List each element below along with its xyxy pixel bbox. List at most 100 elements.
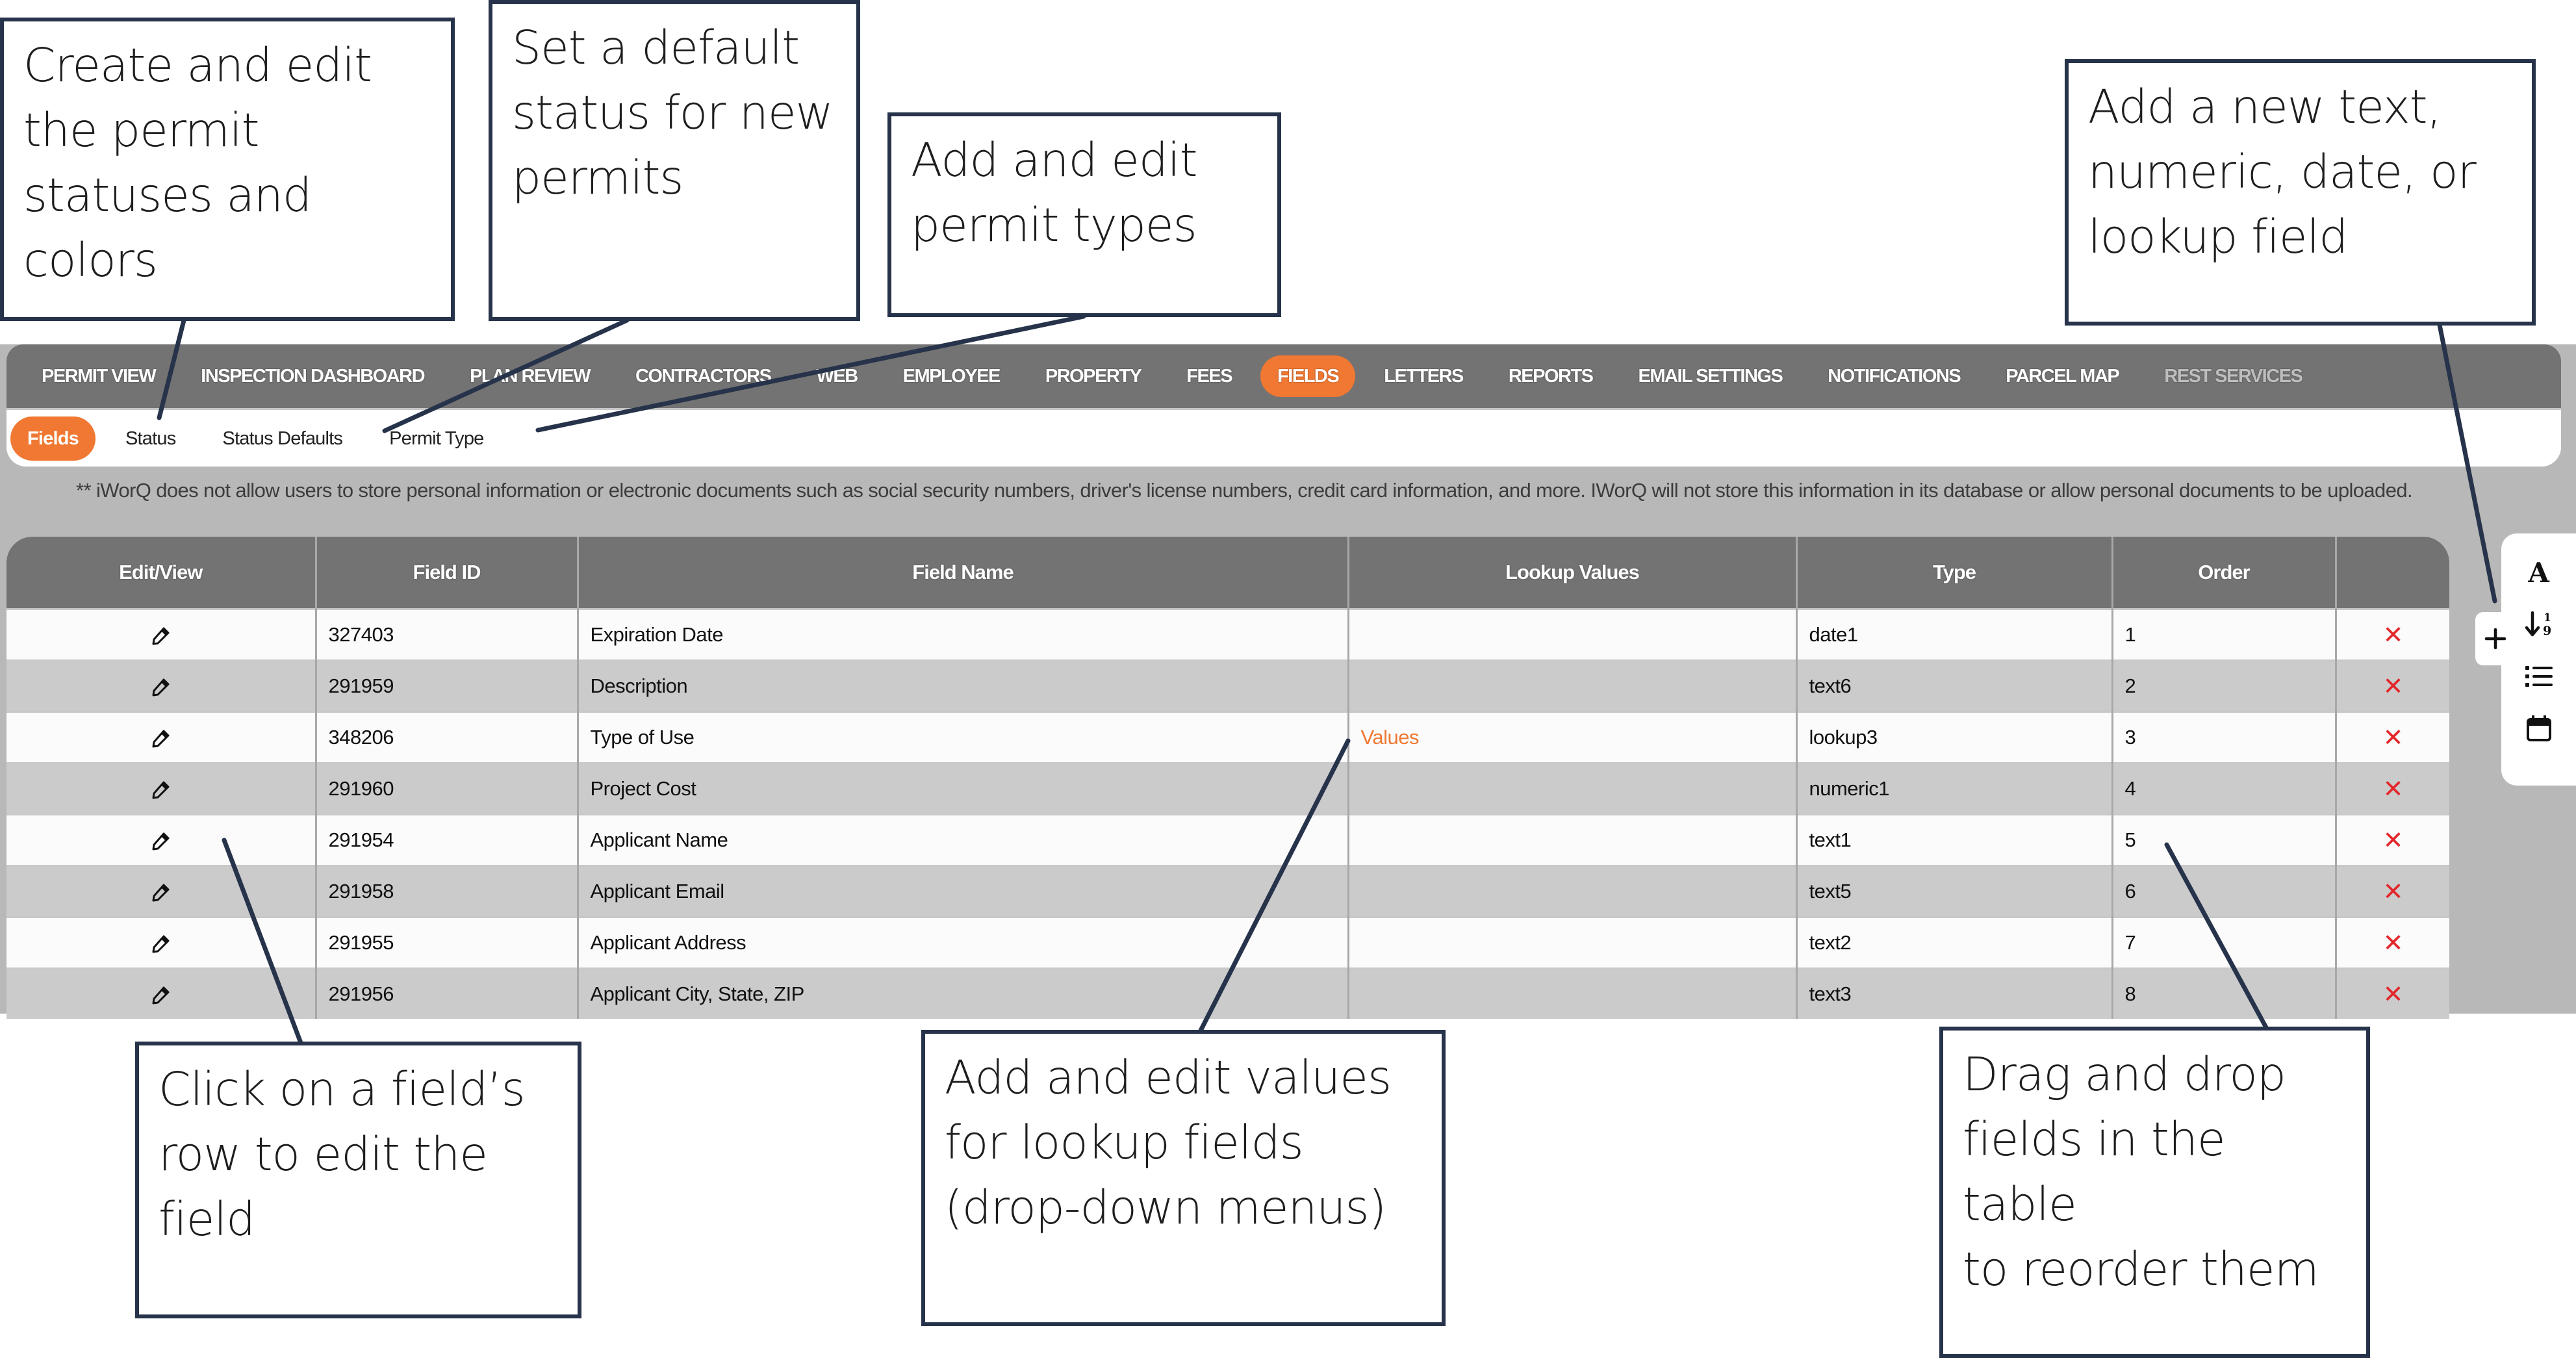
delete-icon[interactable]: ✕ — [2383, 621, 2404, 649]
table-row[interactable]: 348206 Type of Use Values lookup3 3 ✕ — [6, 711, 2449, 763]
subnav-tab-status[interactable]: Status — [108, 416, 192, 461]
type-cell: numeric1 — [1795, 762, 2112, 815]
type-cell: lookup3 — [1795, 711, 2112, 763]
table-row[interactable]: 291956 Applicant City, State, ZIP text3 8 ✕ — [6, 967, 2449, 1019]
lookup-values-cell — [1347, 660, 1796, 712]
field-name-cell: Description — [576, 660, 1348, 712]
nav-tab-contractors[interactable]: CONTRACTORS — [618, 355, 788, 397]
text-field-icon: A — [2528, 556, 2549, 589]
order-cell[interactable]: 1 — [2111, 608, 2336, 661]
delete-cell: ✕ — [2334, 865, 2449, 917]
add-text-field-button[interactable]: A — [2519, 553, 2558, 592]
field-name-cell: Applicant City, State, ZIP — [576, 967, 1348, 1019]
delete-icon[interactable]: ✕ — [2383, 672, 2404, 700]
fields-table-container: Edit/View Field ID Field Name Lookup Val… — [6, 537, 2449, 1019]
order-cell[interactable]: 8 — [2111, 967, 2336, 1019]
table-header-row: Edit/View Field ID Field Name Lookup Val… — [6, 537, 2449, 609]
order-cell[interactable]: 5 — [2111, 814, 2336, 866]
table-row[interactable]: 291960 Project Cost numeric1 4 ✕ — [6, 762, 2449, 815]
column-header-edit-view[interactable]: Edit/View — [6, 537, 316, 609]
svg-text:1: 1 — [2544, 611, 2551, 624]
delete-cell: ✕ — [2334, 711, 2449, 763]
edit-cell[interactable] — [6, 762, 316, 815]
nav-tab-letters[interactable]: LETTERS — [1367, 355, 1480, 397]
edit-cell[interactable] — [6, 660, 316, 712]
column-header-lookup-values[interactable]: Lookup Values — [1347, 537, 1796, 609]
plus-icon — [2484, 628, 2506, 650]
field-id-cell: 291959 — [314, 660, 578, 712]
order-cell[interactable]: 2 — [2111, 660, 2336, 712]
nav-tab-employee[interactable]: EMPLOYEE — [886, 355, 1017, 397]
column-header-order[interactable]: Order — [2111, 537, 2336, 609]
date-field-icon — [2526, 715, 2551, 741]
nav-tab-plan-review[interactable]: PLAN REVIEW — [453, 355, 607, 397]
edit-cell[interactable] — [6, 608, 316, 661]
add-lookup-field-button[interactable] — [2519, 657, 2558, 696]
column-header-field-name[interactable]: Field Name — [576, 537, 1348, 609]
edit-cell[interactable] — [6, 711, 316, 763]
callout-lookup-values: Add and edit values for lookup fields (d… — [921, 1030, 1446, 1326]
delete-icon[interactable]: ✕ — [2383, 929, 2404, 957]
delete-icon[interactable]: ✕ — [2383, 877, 2404, 906]
callout-edit-row: Click on a field’s row to edit the field — [135, 1042, 581, 1318]
order-cell[interactable]: 4 — [2111, 762, 2336, 815]
table-row[interactable]: 291959 Description text6 2 ✕ — [6, 660, 2449, 712]
delete-cell: ✕ — [2334, 967, 2449, 1019]
order-cell[interactable]: 6 — [2111, 865, 2336, 917]
add-date-field-button[interactable] — [2519, 709, 2558, 748]
lookup-values-cell — [1347, 967, 1796, 1019]
nav-tab-fields[interactable]: FIELDS — [1260, 355, 1356, 397]
nav-tab-web[interactable]: WEB — [799, 355, 874, 397]
type-cell: text1 — [1795, 814, 2112, 866]
subnav-tab-status-defaults[interactable]: Status Defaults — [205, 416, 359, 461]
table-row[interactable]: 327403 Expiration Date date1 1 ✕ — [6, 608, 2449, 661]
nav-tab-notifications[interactable]: NOTIFICATIONS — [1811, 355, 1977, 397]
table-row[interactable]: 291954 Applicant Name text1 5 ✕ — [6, 814, 2449, 866]
type-cell: text5 — [1795, 865, 2112, 917]
top-navigation: PERMIT VIEW INSPECTION DASHBOARD PLAN REVI… — [6, 344, 2561, 408]
column-header-type[interactable]: Type — [1795, 537, 2112, 609]
field-name-cell: Expiration Date — [576, 608, 1348, 661]
delete-icon[interactable]: ✕ — [2383, 775, 2404, 803]
nav-tab-inspection-dashboard[interactable]: INSPECTION DASHBOARD — [184, 355, 441, 397]
lookup-values-cell — [1347, 865, 1796, 917]
edit-cell[interactable] — [6, 967, 316, 1019]
add-field-button[interactable] — [2475, 612, 2516, 665]
type-cell: text2 — [1795, 916, 2112, 969]
nav-tab-rest-services[interactable]: REST SERVICES — [2147, 355, 2319, 397]
add-numeric-field-button[interactable]: 1 9 — [2519, 605, 2558, 644]
nav-tab-property[interactable]: PROPERTY — [1028, 355, 1158, 397]
nav-tab-parcel-map[interactable]: PARCEL MAP — [1989, 355, 2136, 397]
edit-cell[interactable] — [6, 865, 316, 917]
nav-tab-fees[interactable]: FEES — [1169, 355, 1249, 397]
delete-icon[interactable]: ✕ — [2383, 980, 2404, 1008]
callout-add-field: Add a new text, numeric, date, or lookup… — [2065, 59, 2536, 326]
callout-reorder: Drag and drop fields in the table to reo… — [1939, 1027, 2370, 1358]
order-cell[interactable]: 3 — [2111, 711, 2336, 763]
type-cell: date1 — [1795, 608, 2112, 661]
column-header-field-id[interactable]: Field ID — [314, 537, 578, 609]
lookup-values-cell — [1347, 814, 1796, 866]
table-row[interactable]: 291958 Applicant Email text5 6 ✕ — [6, 865, 2449, 917]
delete-cell: ✕ — [2334, 608, 2449, 661]
nav-tab-reports[interactable]: REPORTS — [1492, 355, 1610, 397]
delete-icon[interactable]: ✕ — [2383, 826, 2404, 854]
field-id-cell: 291958 — [314, 865, 578, 917]
field-name-cell: Type of Use — [576, 711, 1348, 763]
subnav-tab-fields[interactable]: Fields — [10, 416, 96, 461]
pencil-icon — [152, 678, 170, 697]
nav-tab-permit-view[interactable]: PERMIT VIEW — [25, 355, 172, 397]
lookup-field-icon — [2525, 666, 2553, 687]
delete-icon[interactable]: ✕ — [2383, 723, 2404, 752]
table-row[interactable]: 291955 Applicant Address text2 7 ✕ — [6, 916, 2449, 969]
fields-table: Edit/View Field ID Field Name Lookup Val… — [6, 537, 2449, 1019]
type-cell: text3 — [1795, 967, 2112, 1019]
nav-tab-email-settings[interactable]: EMAIL SETTINGS — [1622, 355, 1800, 397]
subnav-tab-permit-type[interactable]: Permit Type — [372, 416, 500, 461]
field-id-cell: 327403 — [314, 608, 578, 661]
lookup-values-link[interactable]: Values — [1361, 726, 1420, 749]
edit-cell[interactable] — [6, 916, 316, 969]
edit-cell[interactable] — [6, 814, 316, 866]
field-id-cell: 348206 — [314, 711, 578, 763]
order-cell[interactable]: 7 — [2111, 916, 2336, 969]
